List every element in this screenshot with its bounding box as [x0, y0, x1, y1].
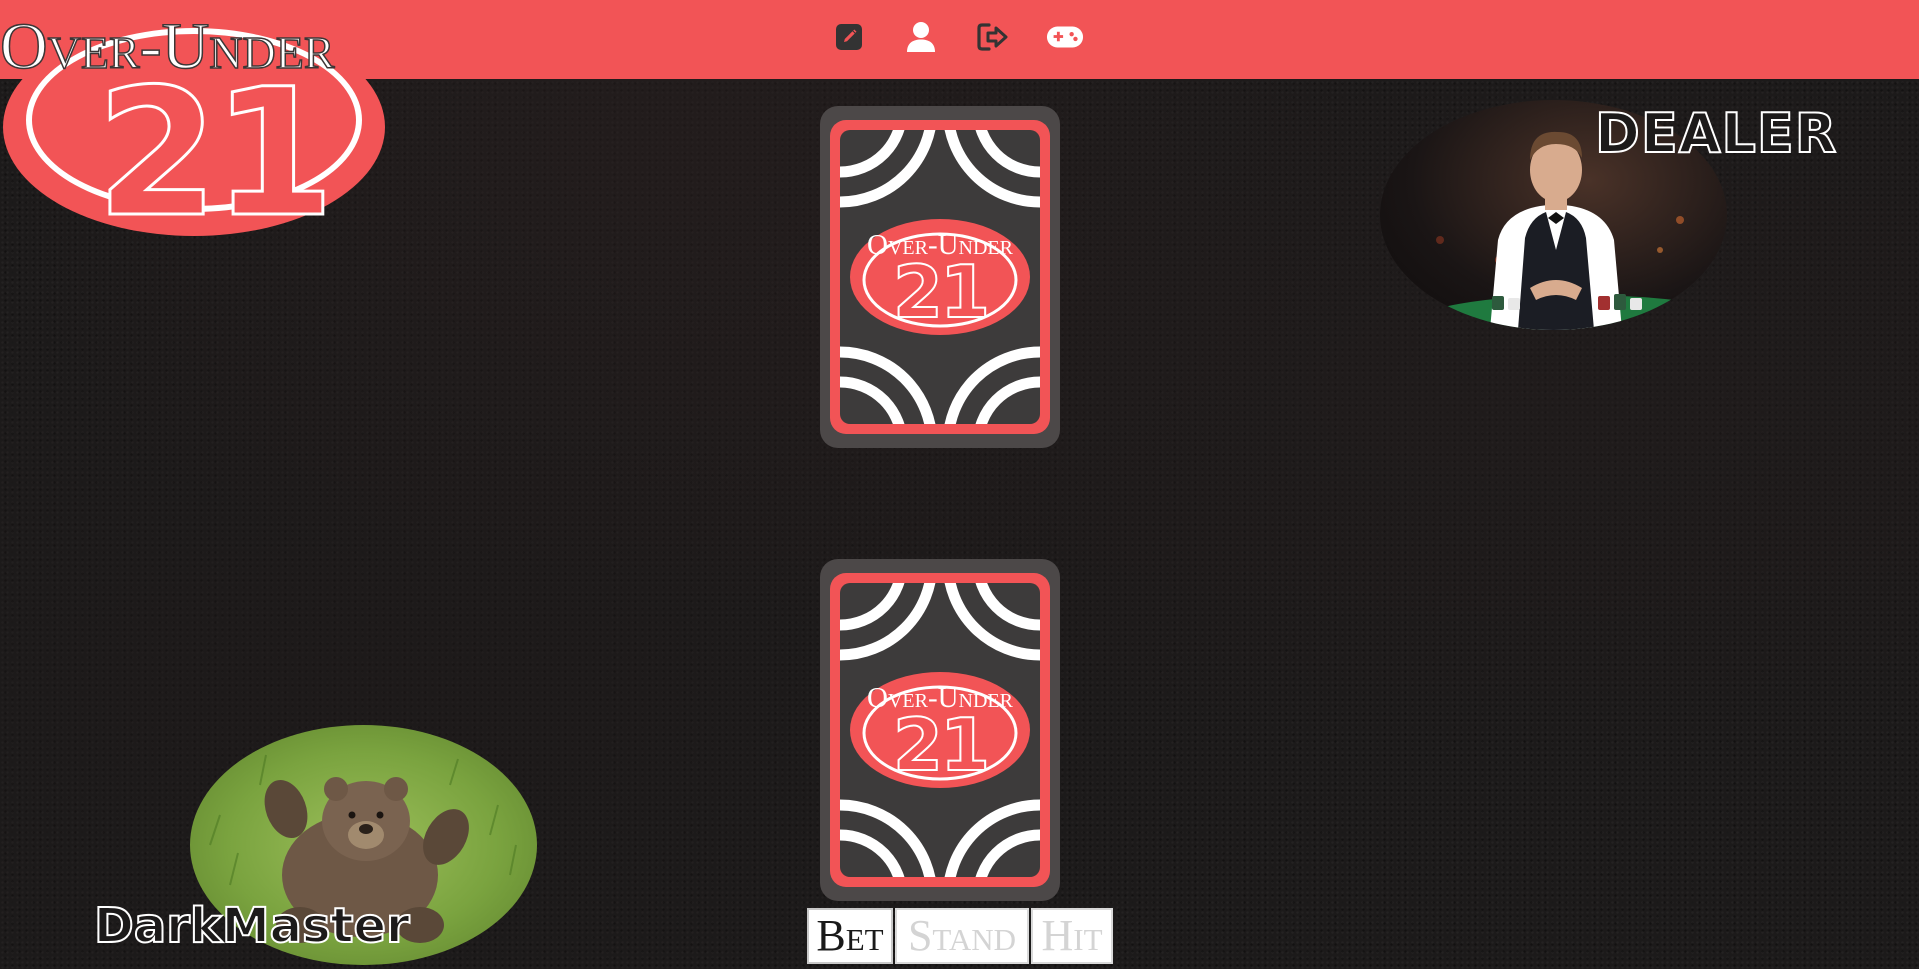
card-back: Over-Under 21: [840, 130, 1040, 424]
dealer-label: DEALER: [1594, 102, 1838, 165]
card-border: Over-Under 21: [830, 120, 1050, 434]
bet-button[interactable]: Bet: [807, 908, 893, 964]
player-card: Over-Under 21: [820, 559, 1060, 901]
user-icon[interactable]: [902, 18, 940, 56]
app-logo[interactable]: Over-Under 21: [0, 10, 400, 256]
hit-button[interactable]: Hit: [1031, 908, 1113, 964]
gamepad-icon[interactable]: [1046, 18, 1084, 56]
card-number: 21: [892, 703, 991, 787]
action-buttons: Bet Stand Hit: [807, 908, 1113, 964]
logout-icon[interactable]: [974, 18, 1012, 56]
player-name: DarkMaster: [93, 897, 411, 955]
card-border: Over-Under 21: [830, 573, 1050, 887]
dealer-card: Over-Under 21: [820, 106, 1060, 448]
card-number: 21: [892, 250, 991, 334]
edit-icon[interactable]: [830, 18, 868, 56]
stand-button[interactable]: Stand: [895, 908, 1029, 964]
logo-number: 21: [95, 51, 337, 256]
nav-icon-group: [830, 18, 1084, 56]
card-back: Over-Under 21: [840, 583, 1040, 877]
